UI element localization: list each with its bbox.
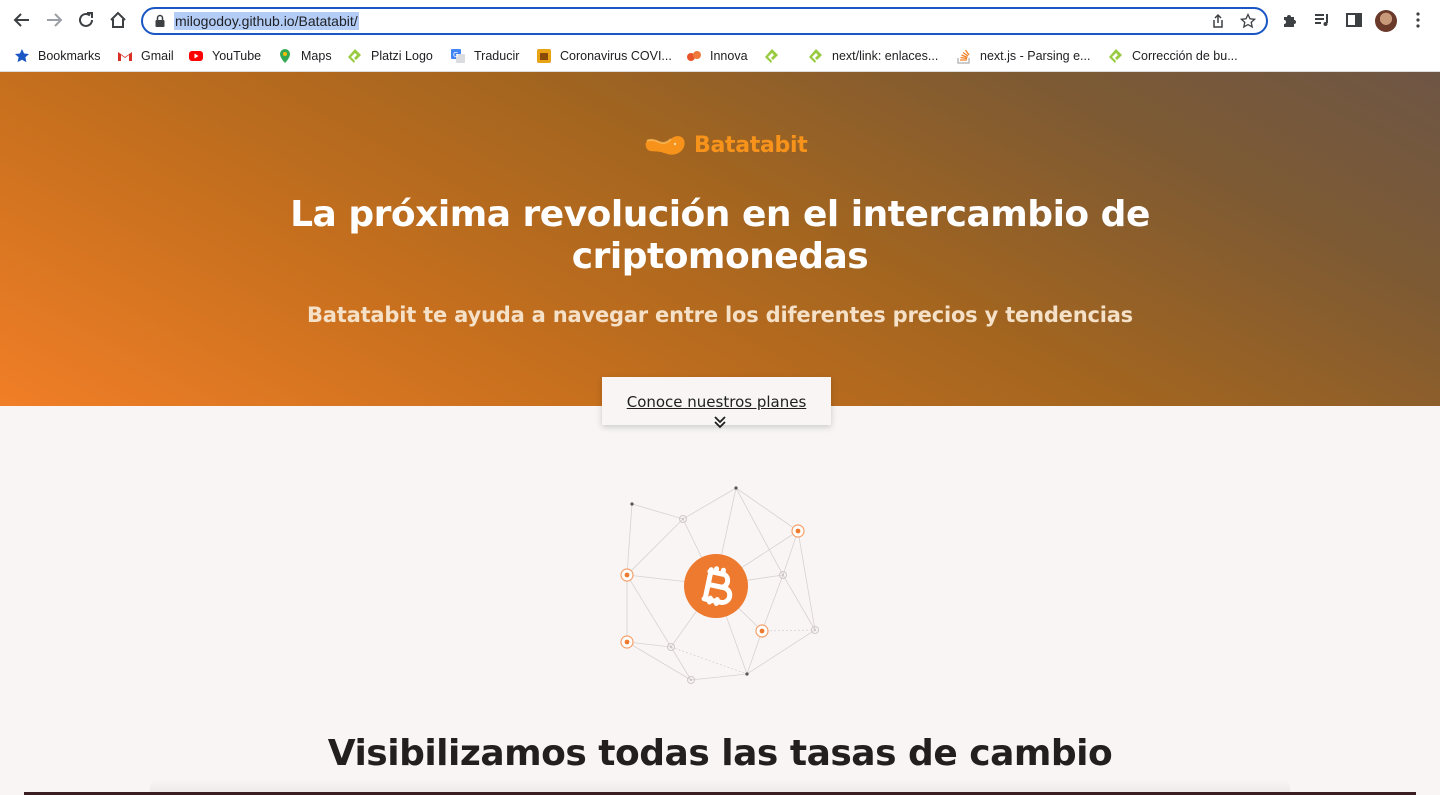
plans-button-label: Conoce nuestros planes (626, 393, 807, 411)
svg-text:G: G (453, 51, 458, 59)
home-icon[interactable] (107, 9, 129, 31)
hero-subtitle: Batatabit te ayuda a navegar entre los d… (307, 303, 1133, 327)
brand-name: Batatabit (694, 132, 808, 158)
translate-icon: G (450, 48, 466, 64)
forward-icon[interactable] (43, 9, 65, 31)
more-menu-icon[interactable] (1412, 11, 1424, 29)
innova-icon (686, 48, 702, 64)
platzi-icon (347, 48, 363, 64)
browser-toolbar: milogodoy.github.io/Batatabit/ (0, 0, 1440, 40)
url-text[interactable]: milogodoy.github.io/Batatabit/ (174, 12, 359, 30)
bitcoin-network-illustration (620, 486, 819, 684)
address-bar[interactable]: milogodoy.github.io/Batatabit/ (141, 7, 1268, 35)
extensions-icon[interactable] (1281, 11, 1299, 29)
bookmark-next-link[interactable]: next/link: enlaces... (808, 46, 938, 66)
back-icon[interactable] (11, 9, 33, 31)
bookmark-bookmarks[interactable]: Bookmarks (14, 46, 101, 66)
media-control-icon[interactable] (1313, 11, 1331, 29)
side-panel-icon[interactable] (1345, 11, 1363, 29)
reload-icon[interactable] (75, 9, 97, 31)
bookmark-maps[interactable]: Maps (277, 46, 332, 66)
hero-title: La próxima revolución en el intercambio … (290, 194, 1150, 277)
platzi-icon (808, 48, 824, 64)
gmail-icon (117, 48, 133, 64)
plans-button[interactable]: Conoce nuestros planes (602, 377, 831, 429)
bookmark-star-icon[interactable] (1240, 13, 1256, 29)
bookmark-youtube[interactable]: YouTube (188, 46, 261, 66)
bitcoin-icon (684, 554, 748, 618)
potato-logo-icon (645, 136, 685, 155)
coronavirus-icon (536, 48, 552, 64)
bookmarks-bar: Bookmarks Gmail YouTube Maps Platzi Logo… (0, 40, 1440, 72)
share-icon[interactable] (1210, 13, 1226, 29)
bookmark-platzi-untitled[interactable] (764, 46, 788, 66)
maps-icon (277, 48, 293, 64)
bookmark-innova[interactable]: Innova (686, 46, 748, 66)
bookmark-coronavirus[interactable]: Coronavirus COVI... (536, 46, 672, 66)
section-title: Visibilizamos todas las tasas de cambio (327, 733, 1113, 774)
bookmark-platzi-logo[interactable]: Platzi Logo (347, 46, 433, 66)
hero-section: Batatabit La próxima revolución en el in… (0, 72, 1440, 406)
lock-icon[interactable] (153, 14, 167, 28)
bookmark-gmail[interactable]: Gmail (117, 46, 174, 66)
bookmark-nextjs-parsing[interactable]: next.js - Parsing e... (956, 46, 1090, 66)
chevron-down-icon (714, 416, 726, 429)
bookmark-traducir[interactable]: G Traducir (450, 46, 519, 66)
profile-avatar[interactable] (1375, 10, 1397, 32)
brand-logo[interactable]: Batatabit (644, 130, 808, 160)
bookmark-correccion[interactable]: Corrección de bu... (1108, 46, 1238, 66)
star-icon (14, 48, 30, 64)
youtube-icon (188, 48, 204, 64)
platzi-icon (764, 48, 780, 64)
platzi-icon (1108, 48, 1124, 64)
stackoverflow-icon (956, 48, 972, 64)
